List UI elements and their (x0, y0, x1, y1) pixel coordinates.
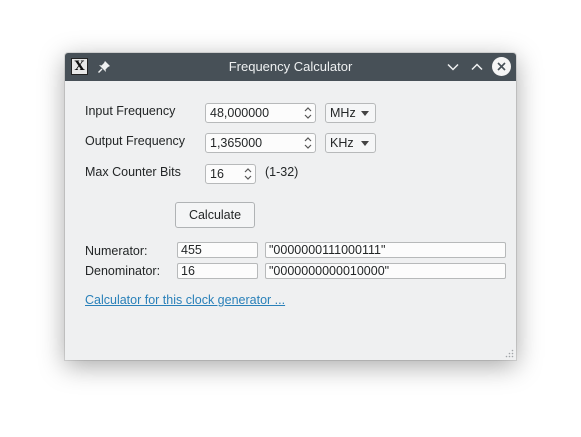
spin-arrows-icon[interactable] (301, 134, 315, 152)
chevron-down-icon[interactable] (444, 58, 462, 76)
spin-arrows-icon[interactable] (301, 104, 315, 122)
input-frequency-spinbox[interactable]: 48,000000 (205, 103, 316, 123)
denominator-label: Denominator: (85, 264, 161, 278)
max-counter-bits-value[interactable]: 16 (210, 167, 224, 181)
input-frequency-unit-select[interactable]: MHz (325, 103, 376, 123)
output-frequency-unit: KHz (330, 136, 354, 150)
denominator-field[interactable]: 16 (177, 263, 258, 279)
max-counter-bits-label: Max Counter Bits (85, 165, 181, 179)
input-frequency-value[interactable]: 48,000000 (210, 106, 269, 120)
chevron-up-icon[interactable] (468, 58, 486, 76)
denominator-binary-field[interactable]: "0000000000010000" (265, 263, 506, 279)
dropdown-arrow-icon (361, 141, 369, 146)
numerator-binary-field[interactable]: "0000000111000111" (265, 242, 506, 258)
input-frequency-label: Input Frequency (85, 104, 176, 118)
spin-arrows-icon[interactable] (241, 165, 255, 183)
output-frequency-label: Output Frequency (85, 134, 186, 148)
output-frequency-value[interactable]: 1,365000 (210, 136, 262, 150)
dropdown-arrow-icon (361, 111, 369, 116)
numerator-label: Numerator: (85, 244, 148, 258)
frequency-calculator-window: X Frequency Calculator Input Frequency 4… (65, 53, 516, 360)
numerator-field[interactable]: 455 (177, 242, 258, 258)
max-counter-bits-spinbox[interactable]: 16 (205, 164, 256, 184)
input-frequency-unit: MHz (330, 106, 356, 120)
calculate-button[interactable]: Calculate (175, 202, 255, 228)
output-frequency-unit-select[interactable]: KHz (325, 133, 376, 153)
title-bar: X Frequency Calculator (65, 53, 516, 81)
clock-generator-calculator-link[interactable]: Calculator for this clock generator ... (85, 293, 285, 307)
resize-grip-icon[interactable] (504, 348, 514, 358)
output-frequency-spinbox[interactable]: 1,365000 (205, 133, 316, 153)
counter-bits-range-hint: (1-32) (265, 165, 299, 179)
close-icon[interactable] (492, 57, 511, 76)
